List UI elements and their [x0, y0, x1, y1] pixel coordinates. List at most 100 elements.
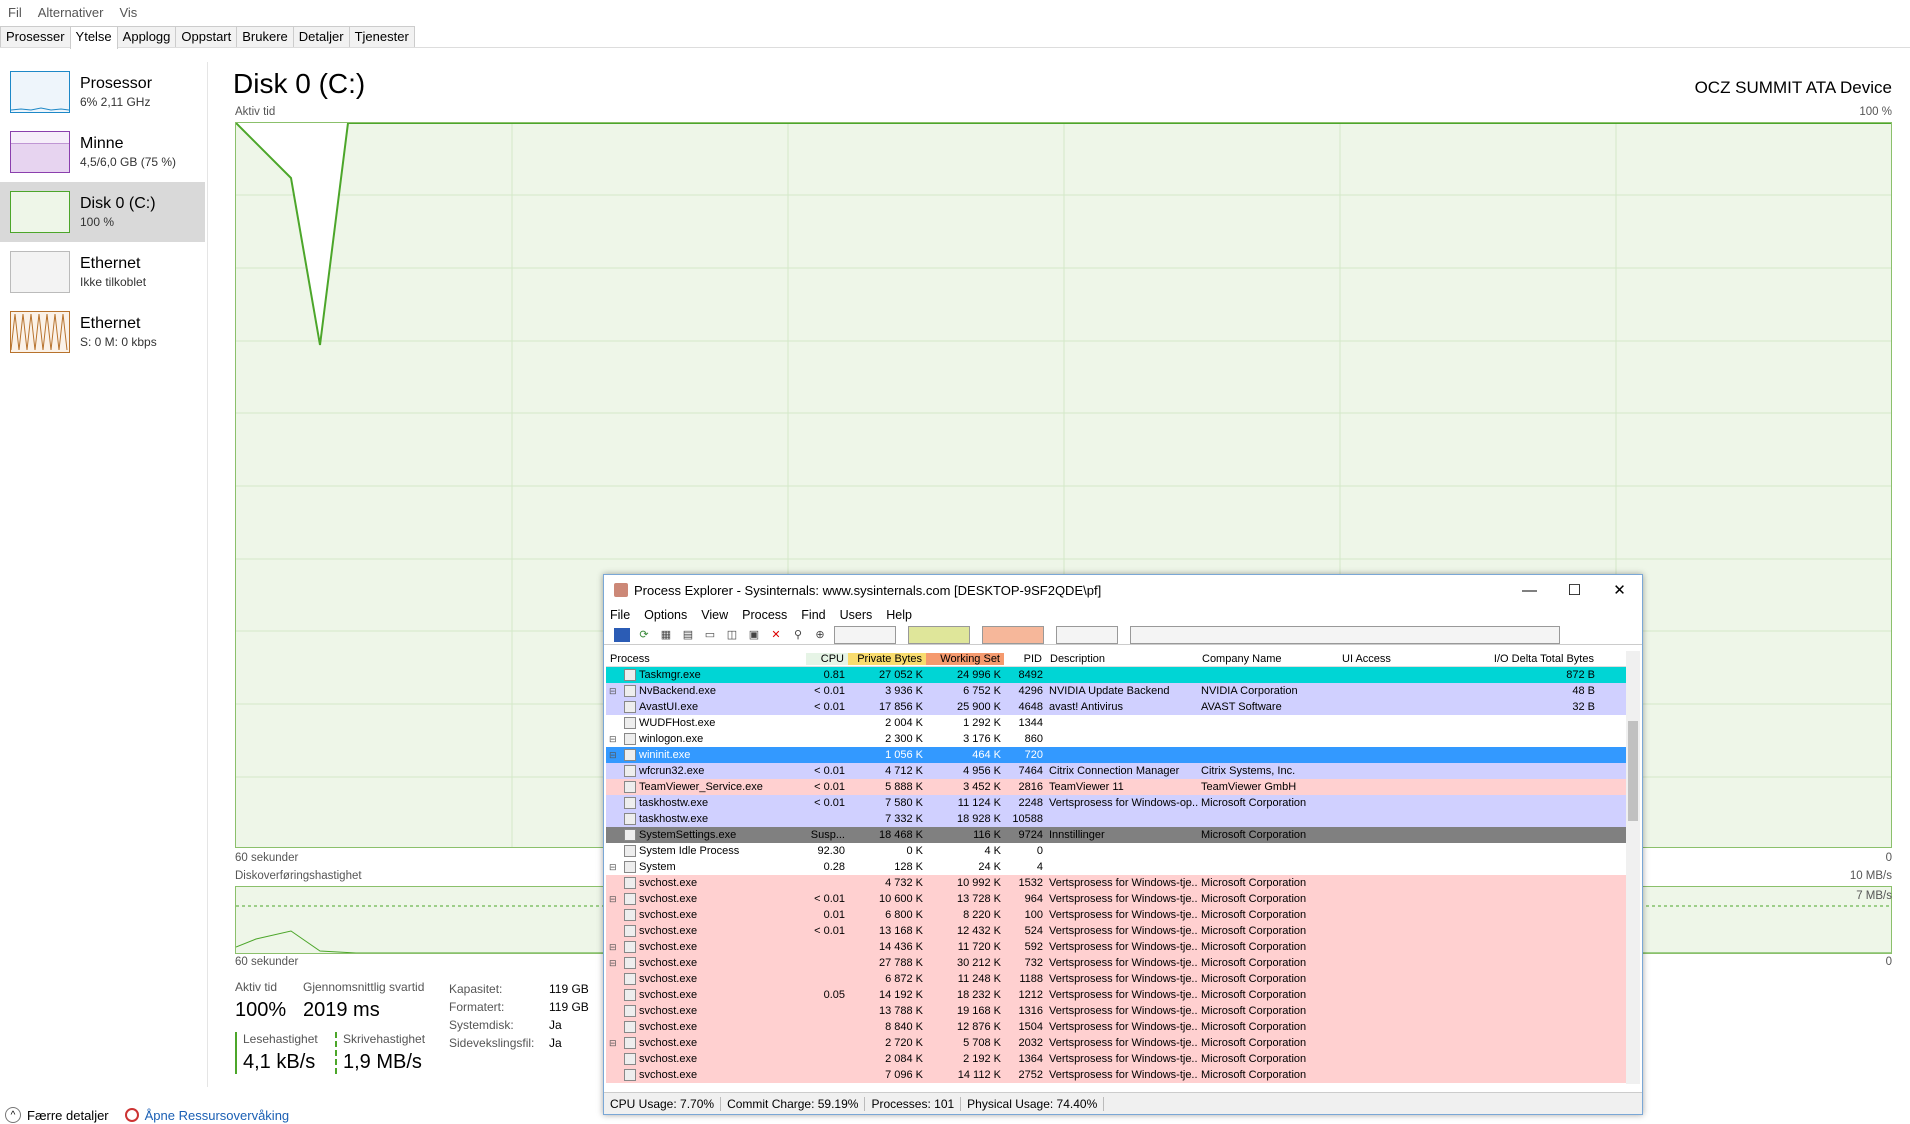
table-row[interactable]: ⊟ svchost.exe 27 788 K 30 212 K 732 Vertspros…	[606, 955, 1626, 971]
tab-details[interactable]: Detaljer	[292, 26, 350, 48]
table-row[interactable]: wfcrun32.exe < 0.01 4 712 K 4 956 K 7464 Citr…	[606, 763, 1626, 779]
col-private-bytes[interactable]: Private Bytes	[848, 652, 926, 665]
col-process[interactable]: Process	[606, 653, 806, 665]
table-row[interactable]: svchost.exe 0.01 6 800 K 8 220 K 100 Vertspro…	[606, 907, 1626, 923]
process-table[interactable]: Process CPU Private Bytes Working Set PI…	[606, 651, 1626, 1084]
process-name: svchost.exe	[639, 1069, 698, 1081]
table-row[interactable]: AvastUI.exe < 0.01 17 856 K 25 900 K 4648 ava…	[606, 699, 1626, 715]
sidebar-item-ethernet-2[interactable]: Ethernet S: 0 M: 0 kbps	[0, 302, 205, 362]
sidebar-item-ethernet-1[interactable]: Ethernet Ikke tilkoblet	[0, 242, 205, 302]
sidebar-item-processor[interactable]: Prosessor 6% 2,11 GHz	[0, 62, 205, 122]
table-row[interactable]: ⊟ svchost.exe < 0.01 10 600 K 13 728 K 964 Ver…	[606, 891, 1626, 907]
maximize-icon[interactable]: ☐	[1552, 575, 1597, 605]
tab-app-history[interactable]: Applogg	[116, 26, 177, 48]
kill-process-icon[interactable]: ✕	[768, 628, 784, 642]
col-pid[interactable]: PID	[1004, 653, 1046, 665]
col-ui-access[interactable]: UI Access	[1338, 653, 1438, 665]
save-icon[interactable]	[614, 627, 630, 642]
col-working-set[interactable]: Working Set	[926, 652, 1004, 665]
table-row[interactable]: svchost.exe < 0.01 13 168 K 12 432 K 524 Vert…	[606, 923, 1626, 939]
cpu-mini-graph[interactable]	[834, 625, 896, 644]
target-icon[interactable]: ⊕	[812, 628, 828, 642]
physical-mini-graph[interactable]	[982, 625, 1044, 644]
network-mini-graph[interactable]	[1130, 625, 1560, 644]
menu-options[interactable]: Alternativer	[30, 5, 112, 20]
properties-icon[interactable]: ▣	[746, 628, 762, 642]
process-name: svchost.exe	[639, 989, 698, 1001]
tab-performance[interactable]: Ytelse	[69, 26, 118, 49]
tree-toggle-icon[interactable]: ⊟	[609, 750, 621, 761]
tree-toggle-icon[interactable]: ⊟	[609, 862, 621, 873]
table-row[interactable]: svchost.exe 6 872 K 11 248 K 1188 Vertsprose…	[606, 971, 1626, 987]
pe-menu-view[interactable]: View	[701, 608, 728, 622]
system-info-icon[interactable]: ▦	[658, 628, 674, 642]
tree-toggle-icon[interactable]: ⊟	[609, 894, 621, 905]
handles-icon[interactable]: ▤	[680, 628, 696, 642]
table-row[interactable]: svchost.exe 0.05 14 192 K 18 232 K 1212 Verts…	[606, 987, 1626, 1003]
cell-private-bytes: 4 712 K	[885, 765, 923, 777]
scroll-thumb[interactable]	[1628, 721, 1638, 821]
chevron-up-icon[interactable]: ^	[5, 1107, 21, 1123]
tree-toggle-icon[interactable]: ⊟	[609, 734, 621, 745]
table-row[interactable]: ⊟ NvBackend.exe < 0.01 3 936 K 6 752 K 4296 NV…	[606, 683, 1626, 699]
close-icon[interactable]: ✕	[1597, 575, 1642, 605]
table-row[interactable]: taskhostw.exe 7 332 K 18 928 K 10588	[606, 811, 1626, 827]
lower-pane-icon[interactable]: ▭	[702, 628, 718, 642]
minimize-icon[interactable]: —	[1507, 575, 1552, 605]
tree-toggle-icon[interactable]: ⊟	[609, 942, 621, 953]
dll-icon[interactable]: ◫	[724, 628, 740, 642]
table-row[interactable]: svchost.exe 8 840 K 12 876 K 1504 Vertsprose…	[606, 1019, 1626, 1035]
col-company[interactable]: Company Name	[1198, 653, 1338, 665]
sidebar-item-memory[interactable]: Minne 4,5/6,0 GB (75 %)	[0, 122, 205, 182]
table-row[interactable]: svchost.exe 4 732 K 10 992 K 1532 Vertsprose…	[606, 875, 1626, 891]
table-row[interactable]: ⊟ svchost.exe 2 720 K 5 708 K 2032 Vertsprose…	[606, 1035, 1626, 1051]
fewer-details-link[interactable]: Færre detaljer	[27, 1108, 109, 1123]
cell-description: Vertsprosess for Windows-tje...	[1049, 957, 1198, 969]
cell-working-set: 116 K	[973, 829, 1001, 841]
find-icon[interactable]: ⚲	[790, 628, 806, 642]
pe-menu-file[interactable]: File	[610, 608, 630, 622]
pe-menu-process[interactable]: Process	[742, 608, 787, 622]
table-row[interactable]: System Idle Process 92.30 0 K 4 K 0	[606, 843, 1626, 859]
table-row[interactable]: svchost.exe 7 096 K 14 112 K 2752 Vertsprose…	[606, 1067, 1626, 1083]
table-row[interactable]: ⊟ svchost.exe 14 436 K 11 720 K 592 Vertspros…	[606, 939, 1626, 955]
io-mini-graph[interactable]	[1056, 625, 1118, 644]
pe-menu-options[interactable]: Options	[644, 608, 687, 622]
tree-toggle-icon[interactable]: ⊟	[609, 1038, 621, 1049]
col-description[interactable]: Description	[1046, 653, 1198, 665]
table-row[interactable]: WUDFHost.exe 2 004 K 1 292 K 1344	[606, 715, 1626, 731]
process-explorer-window[interactable]: Process Explorer - Sysinternals: www.sys…	[603, 574, 1643, 1115]
pe-menu-find[interactable]: Find	[801, 608, 825, 622]
cell-description: Vertsprosess for Windows-tje...	[1049, 1053, 1198, 1065]
refresh-icon[interactable]: ⟳	[636, 628, 652, 642]
menu-file[interactable]: Fil	[0, 5, 30, 20]
table-row[interactable]: taskhostw.exe < 0.01 7 580 K 11 124 K 2248 Ve…	[606, 795, 1626, 811]
menu-view[interactable]: Vis	[111, 5, 145, 20]
table-row[interactable]: SystemSettings.exe Susp... 18 468 K 116 K 97…	[606, 827, 1626, 843]
tab-users[interactable]: Brukere	[236, 26, 294, 48]
sidebar-sublabel: 100 %	[80, 215, 115, 229]
col-io-delta[interactable]: I/O Delta Total Bytes	[1438, 653, 1598, 665]
pe-menu-help[interactable]: Help	[886, 608, 912, 622]
sidebar-item-disk[interactable]: Disk 0 (C:) 100 %	[0, 182, 205, 242]
tab-services[interactable]: Tjenester	[348, 26, 415, 48]
pe-titlebar[interactable]: Process Explorer - Sysinternals: www.sys…	[604, 575, 1642, 605]
col-cpu[interactable]: CPU	[806, 652, 848, 665]
pe-menu-users[interactable]: Users	[840, 608, 873, 622]
vertical-scrollbar[interactable]	[1626, 651, 1640, 1084]
table-row[interactable]: svchost.exe 2 084 K 2 192 K 1364 Vertsproses…	[606, 1051, 1626, 1067]
cell-description: Vertsprosess for Windows-tje...	[1049, 1021, 1198, 1033]
table-row[interactable]: TeamViewer_Service.exe < 0.01 5 888 K 3 452…	[606, 779, 1626, 795]
table-row[interactable]: ⊟ winlogon.exe 2 300 K 3 176 K 860	[606, 731, 1626, 747]
table-row[interactable]: svchost.exe 13 788 K 19 168 K 1316 Vertspros…	[606, 1003, 1626, 1019]
table-row[interactable]: Taskmgr.exe 0.81 27 052 K 24 996 K 8492 872 B	[606, 667, 1626, 683]
tab-startup[interactable]: Oppstart	[175, 26, 238, 48]
table-row[interactable]: ⊟ System 0.28 128 K 24 K 4	[606, 859, 1626, 875]
table-row[interactable]: ⊟ wininit.exe 1 056 K 464 K 720	[606, 747, 1626, 763]
open-resource-monitor-link[interactable]: Åpne Ressursovervåking	[145, 1108, 290, 1123]
tab-processes[interactable]: Prosesser	[0, 26, 71, 48]
cell-cpu: < 0.01	[814, 765, 845, 777]
tree-toggle-icon[interactable]: ⊟	[609, 686, 621, 697]
tree-toggle-icon[interactable]: ⊟	[609, 958, 621, 969]
commit-mini-graph[interactable]	[908, 625, 970, 644]
